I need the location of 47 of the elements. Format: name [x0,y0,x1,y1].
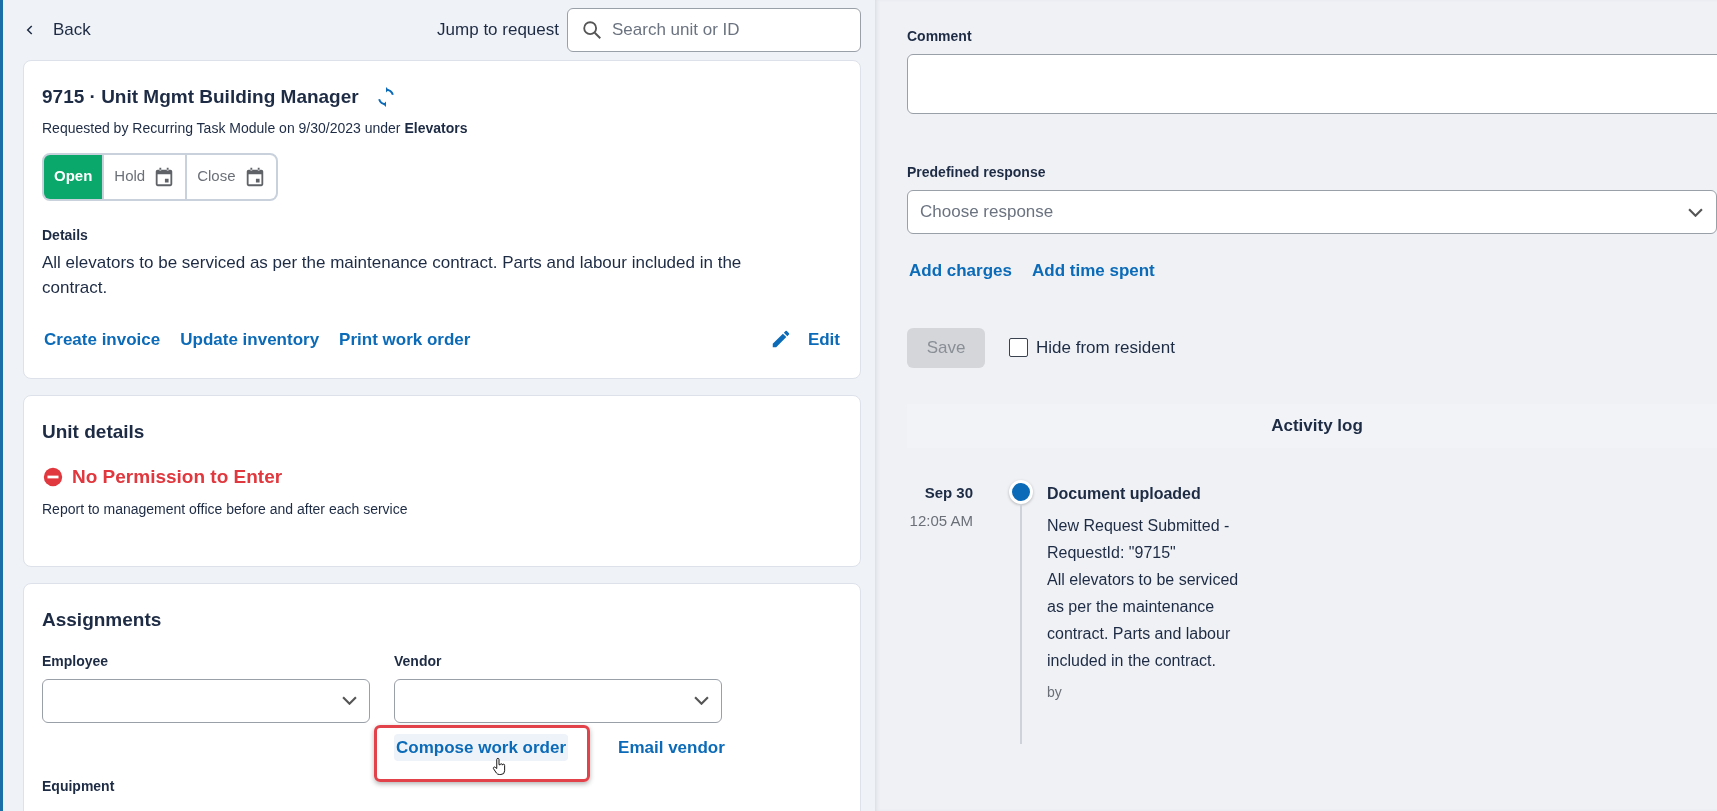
save-button: Save [907,327,985,368]
section-title: Unit details [42,420,146,444]
request-title: 9715 · Unit Mgmt Building Manager [42,85,359,109]
timeline-dot [1009,479,1033,504]
chevron-down-icon [1688,208,1703,217]
status-tab[interactable]: Hold [104,154,186,199]
action-link[interactable]: Add charges [907,254,1014,288]
action-link[interactable]: Create invoice [42,322,163,356]
comment-field[interactable] [907,54,1717,114]
entry-title: Document uploaded [1047,483,1202,504]
section-title: Assignments [42,608,163,632]
details-label: Details [42,225,89,245]
field-label: Vendor [394,651,443,671]
response-dropdown[interactable]: Choose response [907,190,1717,234]
details-text: All elevators to be serviced as per the maintenance contract. Parts and labour included in the contract. [42,251,742,299]
entry-time: 12:05 AM [908,511,973,531]
search-icon [581,19,603,41]
status-tab[interactable]: Open [44,154,103,199]
checkbox[interactable] [1009,338,1028,357]
unit-note: Report to management office before and after each service [42,500,409,519]
dropdown-field[interactable] [42,678,370,723]
action-link[interactable]: Print work order [337,322,473,356]
pointer-hand-icon [490,756,508,777]
assignment-link[interactable]: Compose work order [394,733,569,761]
assignment-link[interactable]: Email vendor [616,730,727,764]
field-label: Equipment [42,777,116,796]
checkbox-label: Hide from resident [1036,336,1175,359]
field-label: Predefined response [907,163,1047,182]
entry-text: All elevators to be serviced as per the maintenance contract. Parts and labour included in the contract. [1047,569,1240,671]
chevron-down-icon [342,696,357,705]
edit-link[interactable]: Edit [767,322,842,356]
jump-label: Jump to request [437,19,559,42]
entry-text: New Request Submitted - RequestId: "9715" [1047,515,1231,563]
status-tab[interactable]: Close [187,154,276,199]
entry-date: Sep 30 [923,482,973,503]
field-label: Employee [42,651,110,671]
action-link[interactable]: Add time spent [1030,254,1157,288]
dropdown-field[interactable] [394,678,722,723]
search-field[interactable]: Search unit or ID [567,8,861,52]
request-subtitle: Requested by Recurring Task Module on 9/30/2023 under Elevators [42,118,469,138]
field-label: Comment [907,27,973,46]
action-link[interactable]: Update inventory [178,322,322,356]
back-link[interactable]: Back [23,17,91,43]
no-entry-icon [42,465,64,488]
alert-text: No Permission to Enter [72,464,283,489]
entry-author: by [1047,682,1063,702]
chevron-down-icon [694,696,709,705]
